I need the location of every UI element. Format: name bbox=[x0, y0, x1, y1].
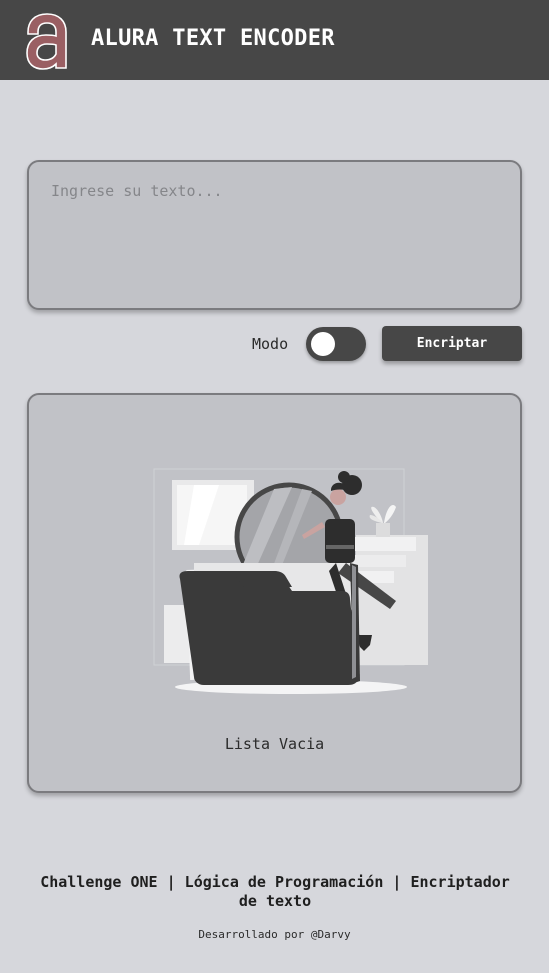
footer-credit[interactable]: Desarrollado por @Darvy bbox=[0, 928, 549, 941]
output-panel: Lista Vacia bbox=[27, 393, 522, 793]
empty-folder-illustration-icon bbox=[153, 468, 428, 694]
text-input-panel bbox=[27, 160, 522, 310]
toggle-knob bbox=[311, 332, 335, 356]
encrypt-button[interactable]: Encriptar bbox=[382, 326, 522, 361]
app-title: ALURA TEXT ENCODER bbox=[91, 26, 335, 51]
alura-logo-icon[interactable] bbox=[24, 8, 70, 72]
app-header: ALURA TEXT ENCODER bbox=[0, 0, 549, 80]
mode-toggle[interactable] bbox=[306, 327, 366, 361]
empty-list-text: Lista Vacia bbox=[224, 735, 325, 753]
text-input[interactable] bbox=[29, 162, 520, 308]
mode-label: Modo bbox=[252, 335, 289, 353]
footer-title: Challenge ONE | Lógica de Programación |… bbox=[40, 873, 510, 910]
